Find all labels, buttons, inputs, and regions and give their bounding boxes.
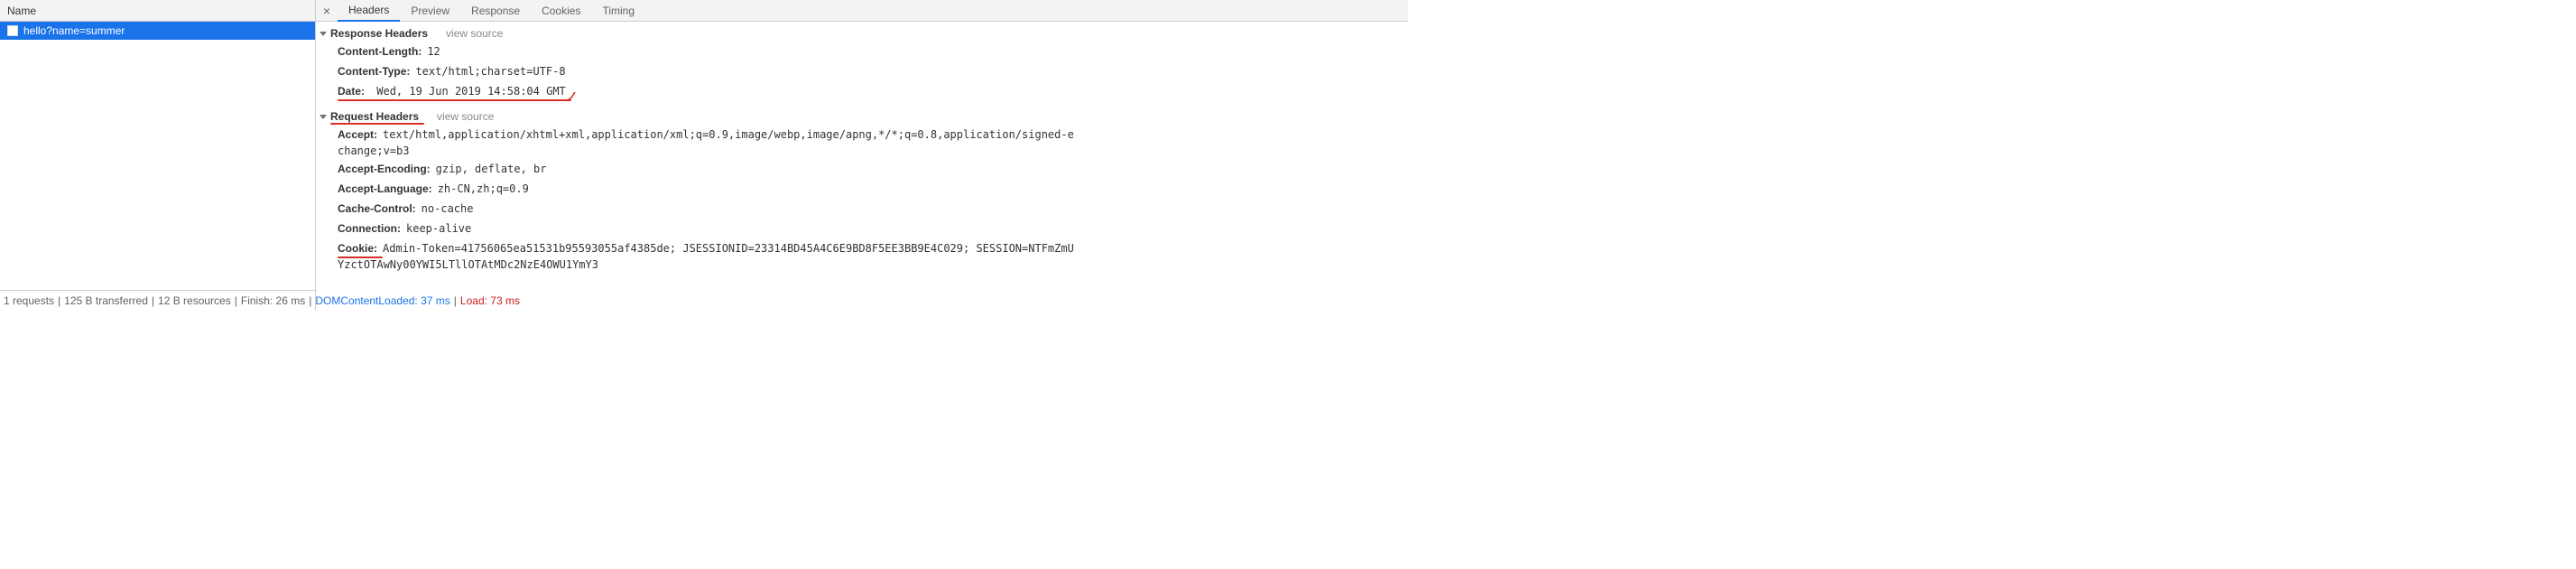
- status-finish-label: Finish:: [241, 294, 273, 307]
- header-key: Content-Length:: [338, 43, 422, 60]
- header-key: Accept-Encoding:: [338, 161, 431, 177]
- header-content-length: Content-Length: 12: [316, 42, 1408, 61]
- header-connection: Connection: keep-alive: [316, 219, 1408, 238]
- header-cache-control: Cache-Control: no-cache: [316, 199, 1408, 219]
- request-row-selected[interactable]: hello?name=summer: [0, 22, 315, 40]
- request-list: hello?name=summer: [0, 22, 315, 290]
- status-finish-value: 26 ms: [276, 294, 306, 307]
- header-key: Date:: [338, 85, 365, 98]
- request-headers-toggle[interactable]: Request Headers view source: [316, 108, 1408, 125]
- view-source-link[interactable]: view source: [446, 27, 503, 40]
- status-resources: 12 B resources: [158, 294, 231, 307]
- header-value: Admin-Token=41756065ea51531b95593055af43…: [383, 240, 1074, 257]
- header-accept: Accept: text/html,application/xhtml+xml,…: [316, 125, 1408, 145]
- header-value: keep-alive: [406, 220, 471, 237]
- response-headers-title: Response Headers: [330, 27, 428, 40]
- request-name: hello?name=summer: [23, 24, 125, 37]
- tab-preview[interactable]: Preview: [400, 0, 460, 22]
- caret-down-icon: [320, 32, 327, 36]
- network-status-bar: 1 requests | 125 B transferred | 12 B re…: [0, 290, 315, 310]
- column-header-name[interactable]: Name: [0, 0, 315, 22]
- header-accept-encoding: Accept-Encoding: gzip, deflate, br: [316, 159, 1408, 179]
- tab-cookies[interactable]: Cookies: [531, 0, 591, 22]
- header-content-type: Content-Type: text/html;charset=UTF-8: [316, 61, 1408, 81]
- header-value: text/html,application/xhtml+xml,applicat…: [383, 126, 1074, 143]
- headers-detail-body: Response Headers view source Content-Len…: [316, 22, 1408, 310]
- network-request-list-panel: Name hello?name=summer 1 requests | 125 …: [0, 0, 316, 310]
- response-headers-section: Response Headers view source Content-Len…: [316, 22, 1408, 105]
- view-source-link[interactable]: view source: [437, 110, 494, 123]
- header-value: 12: [427, 43, 440, 60]
- header-value: text/html;charset=UTF-8: [415, 63, 565, 79]
- tab-headers[interactable]: Headers: [338, 0, 400, 22]
- header-cookie: Cookie: Admin-Token=41756065ea51531b9559…: [316, 238, 1408, 258]
- header-accept-language: Accept-Language: zh-CN,zh;q=0.9: [316, 179, 1408, 199]
- detail-tab-bar: × Headers Preview Response Cookies Timin…: [316, 0, 1408, 22]
- response-headers-toggle[interactable]: Response Headers view source: [316, 25, 1408, 42]
- header-date: Date: Wed, 19 Jun 2019 14:58:04 GMT: [316, 81, 1408, 101]
- tab-timing[interactable]: Timing: [591, 0, 645, 22]
- header-key: Content-Type:: [338, 63, 410, 79]
- header-value: zh-CN,zh;q=0.9: [438, 181, 529, 197]
- status-transferred: 125 B transferred: [64, 294, 148, 307]
- request-headers-title: Request Headers: [330, 110, 419, 123]
- header-key: Accept:: [338, 126, 377, 143]
- tab-response[interactable]: Response: [460, 0, 531, 22]
- header-value: Wed, 19 Jun 2019 14:58:04 GMT: [376, 85, 566, 98]
- header-cookie-continuation: YzctOTAwNy00YWI5LTllOTAtMDc2NzE4OWU1YmY3: [316, 258, 1408, 273]
- status-requests: 1 requests: [4, 294, 54, 307]
- header-key: Accept-Language:: [338, 181, 432, 197]
- header-value: no-cache: [422, 201, 474, 217]
- header-accept-continuation: change;v=b3: [316, 145, 1408, 159]
- file-icon: [7, 25, 18, 36]
- header-key: Cookie:: [338, 240, 377, 257]
- header-key: Connection:: [338, 220, 401, 237]
- close-icon[interactable]: ×: [316, 0, 338, 22]
- request-headers-section: Request Headers view source Accept: text…: [316, 105, 1408, 276]
- caret-down-icon: [320, 115, 327, 119]
- header-value: gzip, deflate, br: [436, 161, 547, 177]
- header-key: Cache-Control:: [338, 201, 416, 217]
- request-detail-panel: × Headers Preview Response Cookies Timin…: [316, 0, 1408, 310]
